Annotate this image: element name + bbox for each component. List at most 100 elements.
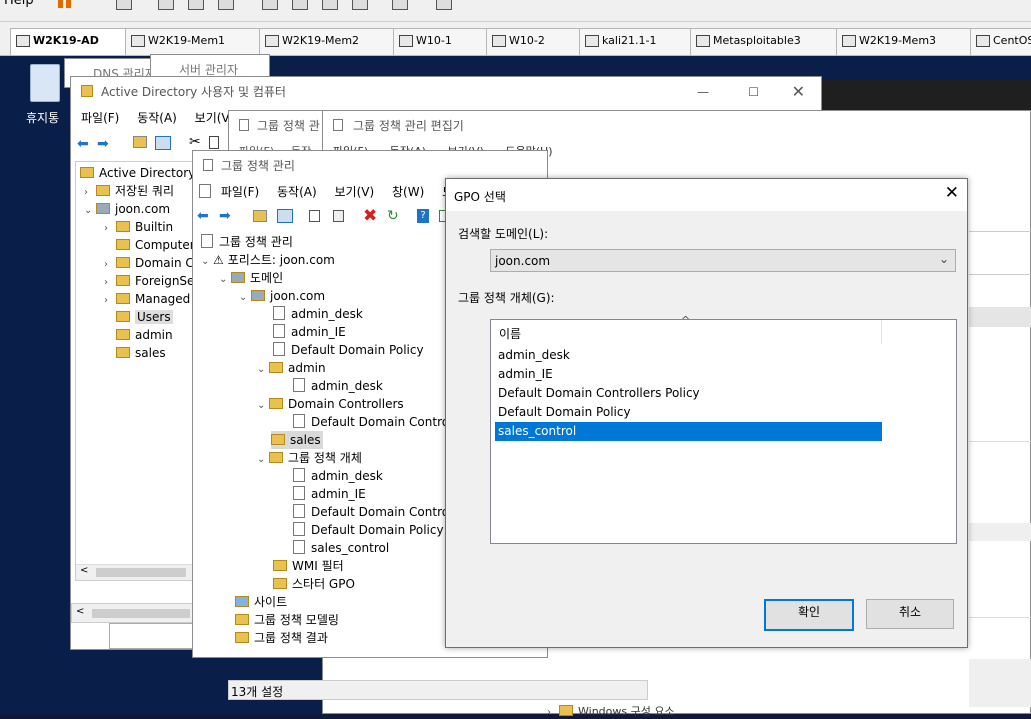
tree-item-link-admin-desk[interactable]: admin_desk — [273, 305, 363, 323]
tree-item-admin[interactable]: admin — [104, 326, 173, 344]
menu-file[interactable]: 파일(F) — [81, 111, 119, 125]
view-sidebar-icon[interactable] — [262, 0, 278, 10]
tree-item-gpm-root[interactable]: 그룹 정책 관리 — [201, 233, 293, 251]
tree-item-results[interactable]: 그룹 정책 결과 — [235, 629, 328, 647]
chevron-right-icon[interactable]: › — [547, 707, 559, 718]
list-item[interactable]: admin_IE — [495, 365, 882, 384]
scroll-thumb[interactable] — [92, 609, 190, 618]
fullscreen-icon[interactable] — [322, 0, 338, 10]
tree-item-users[interactable]: Users — [104, 308, 173, 326]
ad-bottom-scrollbar[interactable]: < — [71, 603, 195, 623]
list-item[interactable]: Default Domain Controllers Policy — [495, 384, 882, 403]
tab-w2k19-mem2[interactable]: W2K19-Mem2× — [259, 28, 411, 55]
domain-select[interactable]: joon.com ⌄ — [490, 249, 956, 272]
list-item[interactable]: admin_desk — [495, 346, 882, 365]
view-thumbnail-icon[interactable] — [292, 0, 308, 10]
tab-w2k19-ad[interactable]: W2K19-AD× — [10, 28, 144, 55]
list-item-selected[interactable]: sales_control — [495, 422, 882, 441]
chevron-down-icon[interactable]: ⌄ — [257, 451, 269, 469]
tree-item-dc-link[interactable]: Default Domain Controll — [293, 413, 456, 431]
tree-item-ou-domain-controllers[interactable]: ⌄ Domain Controllers — [257, 395, 404, 413]
close-icon[interactable]: ✕ — [945, 183, 959, 203]
tree-item-forest[interactable]: ⌄ ⚠ 포리스트: joon.com — [201, 251, 335, 269]
manage-snapshots-icon[interactable] — [218, 0, 234, 10]
tree-item-ou-admin-link[interactable]: admin_desk — [293, 377, 383, 395]
tree-item-link-default-domain-policy[interactable]: Default Domain Policy — [273, 341, 424, 359]
tree-item-computers[interactable]: Computer — [104, 236, 195, 254]
refresh-icon[interactable]: ↻ — [387, 208, 399, 224]
tree-item-starter-gpo[interactable]: 스타터 GPO — [273, 575, 355, 593]
tree-item-ou-admin[interactable]: ⌄ admin — [257, 359, 326, 377]
tree-item-builtin[interactable]: › Builtin — [104, 218, 173, 236]
tab-metasploitable3[interactable]: Metasploitable3× — [690, 28, 854, 55]
recycle-bin-icon[interactable] — [26, 62, 64, 106]
pause-icon[interactable] — [58, 0, 63, 8]
tree-item-windows-components[interactable]: › Windows 구성 요소 — [547, 703, 675, 719]
minimize-icon[interactable]: — — [697, 77, 709, 107]
tree-item-modeling[interactable]: 그룹 정책 모델링 — [235, 611, 339, 629]
cut-icon[interactable]: ✂ — [189, 134, 201, 150]
chevron-down-icon[interactable]: ⌄ — [201, 253, 213, 271]
tab-w2k19-mem1[interactable]: W2K19-Mem1× — [125, 28, 277, 55]
console-icon[interactable] — [392, 0, 408, 10]
back-arrow-icon[interactable]: ⬅ — [77, 136, 89, 152]
tree-item-sites[interactable]: 사이트 — [235, 593, 287, 611]
scroll-left-icon[interactable]: < — [76, 606, 84, 617]
tree-item-saved-queries[interactable]: › 저장된 쿼리 — [84, 182, 174, 200]
chevron-down-icon[interactable]: ⌄ — [257, 397, 269, 415]
chevron-down-icon[interactable]: ⌄ — [219, 271, 231, 289]
tree-item-joon-com[interactable]: ⌄ joon.com — [84, 200, 170, 218]
tree-item-gpo-default-domain[interactable]: Default Domain Policy — [293, 521, 444, 539]
delete-icon[interactable]: ✖ — [363, 206, 377, 226]
list-item[interactable]: Default Domain Policy — [495, 403, 882, 422]
ok-button[interactable]: 확인 — [764, 599, 854, 631]
tree-item-link-admin-ie[interactable]: admin_IE — [273, 323, 346, 341]
close-icon[interactable]: ✕ — [792, 77, 805, 107]
help-menu[interactable]: Help — [4, 0, 34, 8]
tree-item-domains[interactable]: ⌄ 도메인 — [219, 269, 283, 287]
tree-item-gpo-container[interactable]: ⌄ 그룹 정책 개체 — [257, 449, 362, 467]
menu-view[interactable]: 보기(V) — [335, 185, 375, 199]
tree-item-ou-sales[interactable]: sales — [271, 431, 323, 449]
scroll-thumb[interactable] — [96, 568, 186, 577]
forward-arrow-icon[interactable]: ➡ — [219, 208, 231, 224]
copy-icon[interactable] — [309, 210, 320, 222]
tree-item-gpo-sales-control[interactable]: sales_control — [293, 539, 389, 557]
cancel-button[interactable]: 취소 — [866, 599, 954, 629]
show-tree-icon[interactable] — [277, 209, 293, 223]
tab-w2k19-mem3[interactable]: W2K19-Mem3× — [836, 28, 988, 55]
tree-item-foreign-security[interactable]: › ForeignSe — [104, 272, 194, 290]
chevron-down-icon[interactable]: ⌄ — [239, 289, 251, 307]
tab-centos[interactable]: CentOS — [970, 28, 1031, 55]
tree-item-wmi-filters[interactable]: WMI 필터 — [273, 557, 344, 575]
help-icon[interactable]: ? — [417, 209, 429, 223]
chevron-down-icon[interactable]: ⌄ — [257, 361, 269, 379]
tree-item-managed[interactable]: › Managed — [104, 290, 190, 308]
snapshot-icon[interactable] — [158, 0, 174, 10]
chevron-down-icon[interactable]: ⌄ — [84, 202, 96, 220]
copy-icon[interactable] — [209, 136, 219, 149]
menu-window[interactable]: 창(W) — [392, 185, 424, 199]
horizontal-scrollbar[interactable]: < — [76, 564, 194, 580]
send-keys-icon[interactable] — [116, 0, 132, 10]
up-folder-icon[interactable] — [253, 210, 267, 222]
scroll-left-icon[interactable]: < — [80, 565, 88, 576]
menu-action[interactable]: 동작(A) — [277, 185, 317, 199]
tree-item-sales[interactable]: sales — [104, 344, 166, 362]
tree-item-gpo-default-dc[interactable]: Default Domain Controll — [293, 503, 456, 521]
tree-item-ad-root[interactable]: Active Directory — [80, 164, 195, 182]
revert-icon[interactable] — [188, 0, 204, 10]
back-arrow-icon[interactable]: ⬅ — [197, 208, 209, 224]
show-tree-icon[interactable] — [155, 136, 171, 150]
paste-icon[interactable] — [333, 210, 344, 222]
tree-item-gpo-admin-ie[interactable]: admin_IE — [293, 485, 366, 503]
menu-action[interactable]: 동작(A) — [137, 111, 177, 125]
menu-file[interactable]: 파일(F) — [221, 185, 259, 199]
tree-item-domain-controllers[interactable]: › Domain C — [104, 254, 194, 272]
chevron-down-icon[interactable]: ⌄ — [939, 252, 949, 266]
forward-arrow-icon[interactable]: ➡ — [97, 136, 109, 152]
maximize-icon[interactable]: ☐ — [748, 77, 759, 107]
stretch-icon[interactable] — [436, 0, 452, 10]
tree-item-gpo-admin-desk[interactable]: admin_desk — [293, 467, 383, 485]
unity-icon[interactable] — [352, 0, 368, 10]
